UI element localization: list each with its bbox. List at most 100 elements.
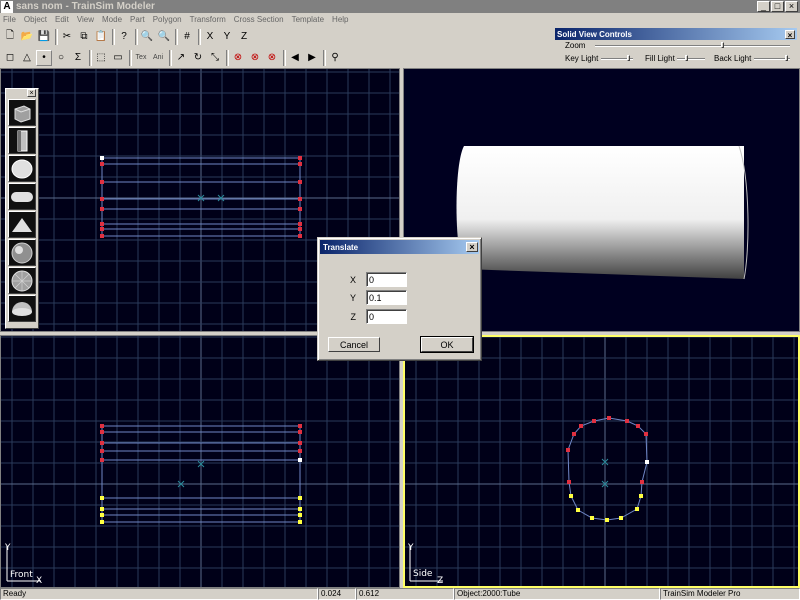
sphere-tool-button[interactable] bbox=[8, 155, 36, 182]
ruler-icon[interactable]: ▭ bbox=[110, 50, 126, 66]
vertex-point bbox=[100, 520, 104, 524]
back-light-label: Back Light bbox=[714, 54, 752, 63]
vertex-point bbox=[619, 516, 623, 520]
faceted-sphere-tool-button[interactable] bbox=[8, 267, 36, 294]
front-viewport[interactable]: Front Y X bbox=[0, 335, 400, 588]
delete-y-icon[interactable]: ⊗ bbox=[247, 50, 263, 66]
new-icon[interactable]: 🗋 bbox=[2, 29, 18, 45]
close-icon[interactable]: × bbox=[27, 89, 36, 97]
cancel-button[interactable]: Cancel bbox=[328, 337, 380, 352]
marquee-icon[interactable]: ⬚ bbox=[93, 50, 109, 66]
next-icon[interactable]: ▶ bbox=[304, 50, 320, 66]
zoom-out-icon[interactable]: 🔍 bbox=[156, 29, 172, 45]
window-title: sans nom - TrainSim Modeler bbox=[16, 1, 155, 12]
fill-light-slider-track[interactable] bbox=[677, 58, 705, 60]
menu-template[interactable]: Template bbox=[292, 15, 324, 24]
close-icon[interactable]: × bbox=[466, 242, 478, 252]
zoom-label: Zoom bbox=[565, 41, 586, 50]
vertex-point bbox=[298, 507, 302, 511]
vertex-point bbox=[100, 449, 104, 453]
back-light-slider-thumb[interactable] bbox=[785, 55, 788, 61]
x-input[interactable] bbox=[366, 272, 407, 287]
vertex-point bbox=[636, 424, 640, 428]
vertex-point bbox=[644, 432, 648, 436]
menu-view[interactable]: View bbox=[77, 15, 94, 24]
open-icon[interactable]: 📂 bbox=[19, 29, 35, 45]
cut-icon[interactable]: ✂ bbox=[59, 29, 75, 45]
vertex-point bbox=[100, 507, 104, 511]
side-viewport[interactable]: Side Y Z bbox=[403, 335, 800, 588]
menu-transform[interactable]: Transform bbox=[190, 15, 226, 24]
vertex-point bbox=[605, 518, 609, 522]
prev-icon[interactable]: ◀ bbox=[287, 50, 303, 66]
vertex-point bbox=[100, 430, 104, 434]
vertex-point bbox=[100, 162, 104, 166]
cube-icon bbox=[14, 104, 31, 123]
ok-button[interactable]: OK bbox=[420, 336, 474, 353]
status-object: Object:2000:Tube bbox=[454, 588, 660, 600]
help-icon[interactable]: ? bbox=[116, 29, 132, 45]
vertex-point bbox=[298, 496, 302, 500]
save-icon[interactable]: 💾 bbox=[36, 29, 52, 45]
shape-palette: × bbox=[5, 88, 39, 329]
tex-icon[interactable]: Tex bbox=[133, 50, 149, 66]
box-tool-button[interactable] bbox=[8, 127, 36, 154]
grid-icon[interactable]: # bbox=[179, 29, 195, 45]
select-circle-icon[interactable]: ○ bbox=[53, 50, 69, 66]
vertex-point bbox=[298, 513, 302, 517]
select-point-icon[interactable]: • bbox=[36, 49, 52, 66]
hemisphere-tool-button[interactable] bbox=[8, 295, 36, 322]
binoculars-icon[interactable]: ⚲ bbox=[327, 50, 343, 66]
menu-object[interactable]: Object bbox=[24, 15, 47, 24]
zoom-slider-thumb[interactable] bbox=[721, 42, 724, 48]
menu-polygon[interactable]: Polygon bbox=[153, 15, 182, 24]
vertex-point bbox=[590, 516, 594, 520]
ani-icon[interactable]: Ani bbox=[150, 50, 166, 66]
front-view-canvas[interactable] bbox=[1, 336, 400, 588]
snap-y-icon[interactable]: Y bbox=[219, 29, 235, 45]
rotate-icon[interactable]: ↻ bbox=[190, 50, 206, 66]
menu-cross-section[interactable]: Cross Section bbox=[234, 15, 284, 24]
capsule-tool-button[interactable] bbox=[8, 183, 36, 210]
menu-edit[interactable]: Edit bbox=[55, 15, 69, 24]
vertex-point bbox=[298, 520, 302, 524]
prism-tool-button[interactable] bbox=[8, 211, 36, 238]
z-label: Z bbox=[350, 311, 357, 322]
close-icon[interactable]: × bbox=[785, 29, 795, 40]
minimize-button[interactable]: _ bbox=[757, 1, 770, 12]
key-light-slider-thumb[interactable] bbox=[627, 55, 630, 61]
vertex-point bbox=[635, 507, 639, 511]
menu-file[interactable]: File bbox=[3, 15, 16, 24]
snap-z-icon[interactable]: Z bbox=[236, 29, 252, 45]
vertex-point bbox=[100, 207, 104, 211]
vertex-point bbox=[100, 197, 104, 201]
cube-tool-button[interactable] bbox=[8, 99, 36, 126]
y-label: Y bbox=[349, 292, 356, 303]
maximize-button[interactable]: □ bbox=[771, 1, 784, 12]
vertex-point bbox=[576, 508, 580, 512]
zoom-slider-track[interactable] bbox=[595, 45, 790, 47]
vertex-point bbox=[100, 496, 104, 500]
sum-icon[interactable]: Σ bbox=[70, 50, 86, 66]
zoom-in-icon[interactable]: 🔍 bbox=[139, 29, 155, 45]
menu-part[interactable]: Part bbox=[130, 15, 145, 24]
z-input[interactable] bbox=[366, 309, 407, 324]
solid-view-controls: Solid View Controls × Zoom Key Light Fil… bbox=[555, 28, 797, 67]
delete-z-icon[interactable]: ⊗ bbox=[264, 50, 280, 66]
paste-icon[interactable]: 📋 bbox=[93, 29, 109, 45]
scale-icon[interactable]: ⤡ bbox=[207, 50, 223, 66]
redo-icon[interactable]: ↗ bbox=[173, 50, 189, 66]
y-input[interactable] bbox=[366, 290, 407, 305]
select-tri-icon[interactable]: △ bbox=[19, 50, 35, 66]
menu-mode[interactable]: Mode bbox=[102, 15, 122, 24]
menu-help[interactable]: Help bbox=[332, 15, 348, 24]
select-face-icon[interactable]: ◻ bbox=[2, 50, 18, 66]
geosphere-tool-button[interactable] bbox=[8, 239, 36, 266]
side-view-canvas[interactable] bbox=[405, 337, 798, 586]
copy-icon[interactable]: ⧉ bbox=[76, 29, 92, 45]
close-button[interactable]: × bbox=[785, 1, 798, 12]
delete-x-icon[interactable]: ⊗ bbox=[230, 50, 246, 66]
title-bar: A sans nom - TrainSim Modeler _ □ × bbox=[0, 0, 800, 13]
snap-x-icon[interactable]: X bbox=[202, 29, 218, 45]
fill-light-slider-thumb[interactable] bbox=[685, 55, 688, 61]
